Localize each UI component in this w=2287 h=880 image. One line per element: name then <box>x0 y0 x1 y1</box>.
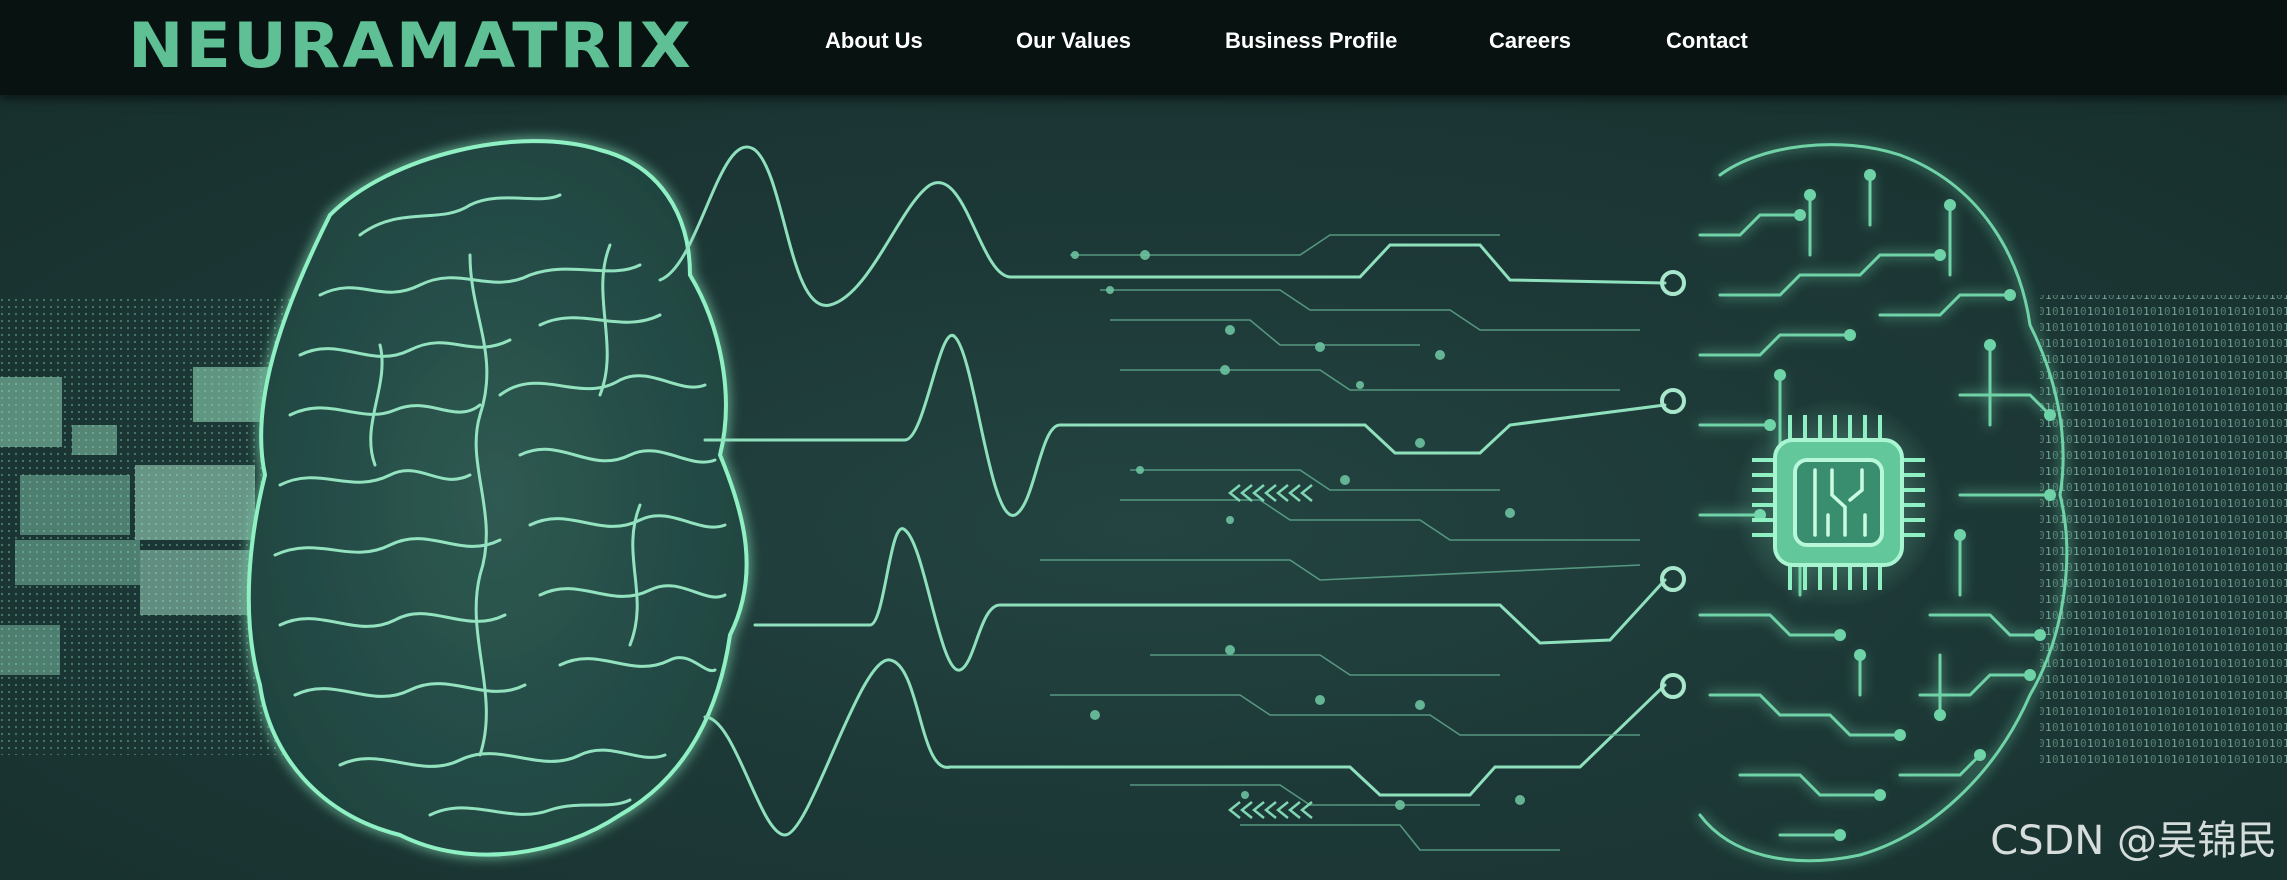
circuit-traces-middle <box>1040 234 1641 851</box>
site-header: NEURAMATRIX About Us Our Values Business… <box>0 0 2287 95</box>
nav-our-values[interactable]: Our Values <box>1016 28 1131 54</box>
hero-banner: 1 0 <box>0 95 2287 880</box>
connector-rings <box>1660 270 1686 699</box>
main-nav: About Us Our Values Business Profile Car… <box>0 0 2287 85</box>
waveform-icon <box>658 145 1667 837</box>
page: NEURAMATRIX About Us Our Values Business… <box>0 0 2287 880</box>
nav-about-us[interactable]: About Us <box>825 28 923 54</box>
hero-illustration: 1 0 <box>0 139 2287 863</box>
circuit-nodes-middle <box>1071 250 1525 810</box>
circuit-chip-icon <box>1733 398 1943 608</box>
watermark: CSDN @吴锦民 <box>1990 818 2277 864</box>
binary-stream-right <box>2040 295 2287 765</box>
nav-careers[interactable]: Careers <box>1489 28 1571 54</box>
brain-icon <box>246 139 749 857</box>
nav-contact[interactable]: Contact <box>1666 28 1748 54</box>
nav-business-profile[interactable]: Business Profile <box>1225 28 1397 54</box>
